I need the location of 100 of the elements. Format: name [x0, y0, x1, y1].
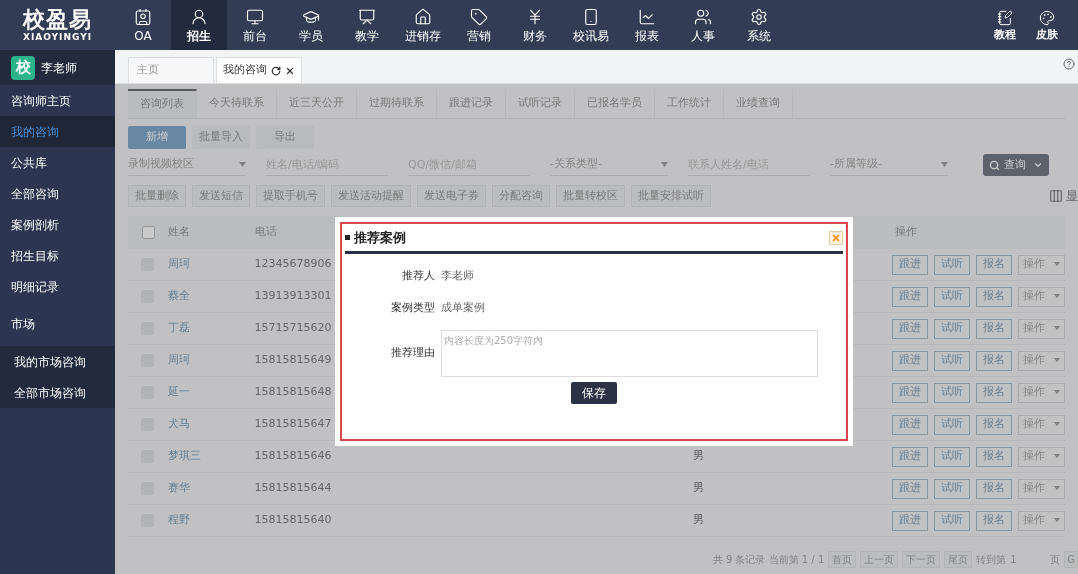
batch-button[interactable]: 发送活动提醒	[331, 185, 411, 207]
name-link[interactable]: 丁磊	[167, 321, 190, 335]
row-action-button[interactable]: 跟进	[892, 478, 928, 499]
filter-select[interactable]: -关系类型-	[550, 154, 668, 176]
sub-tab[interactable]: 试听记录	[506, 89, 575, 118]
nav-tab[interactable]: 进销存	[395, 0, 451, 50]
sidebar-item[interactable]: 我的咨询	[0, 116, 115, 147]
row-action-button[interactable]: 报名	[976, 382, 1012, 403]
sub-tab[interactable]: 已报名学员	[575, 89, 655, 118]
row-action-button[interactable]: 试听	[934, 318, 970, 339]
caret-icon	[1054, 422, 1060, 427]
nav-tab[interactable]: 财务	[507, 0, 563, 50]
dialog-title: 推荐案例	[354, 228, 406, 247]
header-checkbox[interactable]	[141, 226, 155, 239]
table-cell: 15815815647	[254, 417, 332, 431]
refresh-icon[interactable]	[271, 65, 281, 76]
sub-tab[interactable]: 咨询列表	[128, 89, 197, 118]
batch-button[interactable]: 发送短信	[192, 185, 250, 207]
sub-tab[interactable]: 工作统计	[655, 89, 724, 118]
name-link[interactable]: 赛华	[167, 481, 190, 495]
row-action-button[interactable]: 试听	[934, 414, 970, 435]
row-action-button[interactable]: 报名	[976, 286, 1012, 307]
nav-tab[interactable]: OA	[115, 0, 171, 50]
batch-button[interactable]: 批量删除	[128, 185, 186, 207]
row-action-button[interactable]: 报名	[976, 414, 1012, 435]
nav-tab[interactable]: 学员	[283, 0, 339, 50]
search-button[interactable]: 查询	[983, 154, 1049, 176]
nav-tab[interactable]: 人事	[675, 0, 731, 50]
caret-icon	[239, 162, 246, 167]
row-action-button[interactable]: 报名	[976, 350, 1012, 371]
table-cell: 12345678906	[254, 257, 332, 271]
nav-tab[interactable]: 前台	[227, 0, 283, 50]
settings-icon	[750, 7, 768, 26]
row-action-button[interactable]: 跟进	[892, 254, 928, 275]
nav-tab[interactable]: 校讯易	[563, 0, 619, 50]
row-action-button[interactable]: 跟进	[892, 318, 928, 339]
search-icon	[989, 159, 1000, 171]
user-name: 李老师	[41, 59, 77, 77]
close-icon[interactable]	[285, 65, 295, 76]
row-action-button[interactable]: 跟进	[892, 382, 928, 403]
sub-tab[interactable]: 跟进记录	[437, 89, 506, 118]
go-button[interactable]: G	[1064, 550, 1078, 568]
name-link[interactable]: 周珂	[167, 353, 190, 367]
page-tab[interactable]: 主页	[128, 57, 214, 83]
row-action-button[interactable]: 报名	[976, 446, 1012, 467]
row-action-button[interactable]: 试听	[934, 382, 970, 403]
nav-tab[interactable]: 报表	[619, 0, 675, 50]
nav-tab[interactable]: 系统	[731, 0, 787, 50]
sidebar-item[interactable]: 我的市场咨询	[0, 346, 115, 377]
name-link[interactable]: 延一	[167, 385, 190, 399]
name-link[interactable]: 蔡全	[167, 289, 190, 303]
row-action-button[interactable]: 试听	[934, 254, 970, 275]
reason-textarea[interactable]: 内容长度为250字符内	[441, 330, 818, 377]
field-label: 推荐理由	[390, 345, 435, 362]
close-icon	[831, 232, 841, 243]
row-action-button[interactable]: 试听	[934, 286, 970, 307]
sub-tab[interactable]: 过期待联系	[357, 89, 437, 118]
nav-tab[interactable]: 教学	[339, 0, 395, 50]
avatar-badge: 校	[11, 55, 35, 80]
filter-select[interactable]: 录制视频校区	[128, 154, 246, 176]
name-link[interactable]: 程野	[167, 513, 190, 527]
sidebar-item[interactable]: 全部市场咨询	[0, 377, 115, 408]
page-input[interactable]: 1	[1010, 551, 1047, 567]
columns-icon	[1049, 189, 1063, 203]
name-link[interactable]: 犬马	[167, 417, 190, 431]
toolbar-button[interactable]: 皮肤	[1026, 0, 1068, 50]
row-action-button[interactable]: 报名	[976, 254, 1012, 275]
row-action-button[interactable]: 报名	[976, 510, 1012, 531]
name-link[interactable]: 周珂	[167, 257, 190, 271]
row-action-button[interactable]: 报名	[976, 318, 1012, 339]
row-action-button[interactable]: 试听	[934, 446, 970, 467]
row-action-button[interactable]: 跟进	[892, 510, 928, 531]
caret-icon	[941, 162, 948, 167]
action-button[interactable]: 新增	[128, 126, 186, 149]
row-action-button[interactable]: 试听	[934, 478, 970, 499]
column-toggle-button[interactable]: 显	[1049, 187, 1078, 205]
batch-button[interactable]: 分配咨询	[492, 185, 550, 207]
row-action-button[interactable]: 跟进	[892, 446, 928, 467]
row-action-button[interactable]: 跟进	[892, 350, 928, 371]
toolbar-button[interactable]: 教程	[984, 0, 1026, 50]
sub-tab[interactable]: 业绩查询	[724, 89, 793, 118]
field-value: 李老师	[441, 267, 474, 284]
row-action-button[interactable]: 报名	[976, 478, 1012, 499]
save-button[interactable]: 保存	[571, 382, 617, 404]
caret-icon	[1054, 454, 1060, 459]
row-action-button[interactable]: 试听	[934, 510, 970, 531]
page-tab[interactable]: 我的咨询	[216, 57, 302, 83]
nav-tab[interactable]: 营销	[451, 0, 507, 50]
batch-button[interactable]: 发送电子券	[417, 185, 486, 207]
nav-tab[interactable]: 招生	[171, 0, 227, 50]
help-icon[interactable]	[1063, 58, 1075, 70]
close-button[interactable]	[829, 230, 843, 245]
row-action-button[interactable]: 跟进	[892, 286, 928, 307]
row-action-button[interactable]: 跟进	[892, 414, 928, 435]
sub-tab[interactable]: 今天待联系	[197, 89, 277, 118]
row-action-button[interactable]: 试听	[934, 350, 970, 371]
table-cell: 15815815648	[254, 385, 332, 399]
square-icon	[345, 235, 350, 240]
batch-button[interactable]: 批量转校区	[556, 185, 625, 207]
caret-icon	[1054, 294, 1060, 299]
